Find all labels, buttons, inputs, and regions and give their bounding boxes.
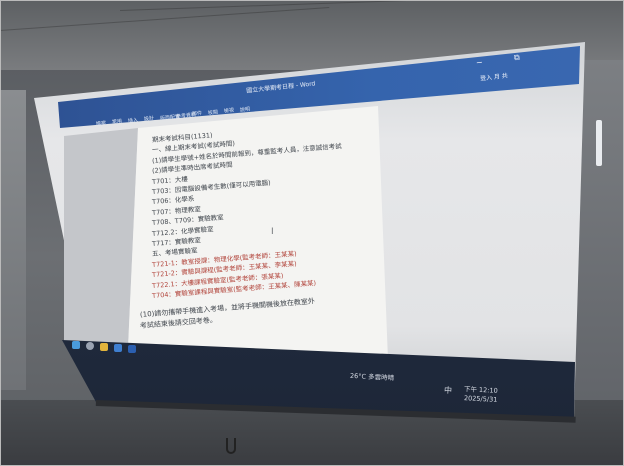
left-wall <box>0 90 26 390</box>
clock-time[interactable]: 下午 12:10 <box>464 383 498 395</box>
ribbon-tab[interactable]: 檢視 <box>224 107 235 115</box>
file-explorer-icon[interactable] <box>100 343 108 351</box>
start-icon[interactable] <box>72 341 80 349</box>
ribbon-tab[interactable]: 檔案 <box>96 119 107 127</box>
minimize-button[interactable]: − <box>476 58 484 68</box>
word-icon[interactable] <box>128 345 136 353</box>
classroom-photo: 國立大學期考日程 - Word − ⧉ 登入 月 共 檔案 常用 插入 設計 版面配置參… <box>0 0 624 466</box>
ribbon-tab[interactable]: 設計 <box>144 115 155 123</box>
text-cursor-icon: I <box>271 227 274 237</box>
screen-pull-hook <box>226 438 236 454</box>
wall-light <box>596 120 602 166</box>
ime-indicator[interactable]: 中 <box>444 385 453 396</box>
ribbon-tab[interactable]: 校閱 <box>208 108 219 116</box>
search-icon[interactable] <box>86 342 94 350</box>
edge-icon[interactable] <box>114 344 122 352</box>
ribbon-tab[interactable]: 說明 <box>240 105 251 113</box>
ribbon-tab[interactable]: 插入 <box>128 116 139 124</box>
restore-button[interactable]: ⧉ <box>513 53 520 64</box>
clock-date[interactable]: 2025/5/31 <box>464 394 498 404</box>
